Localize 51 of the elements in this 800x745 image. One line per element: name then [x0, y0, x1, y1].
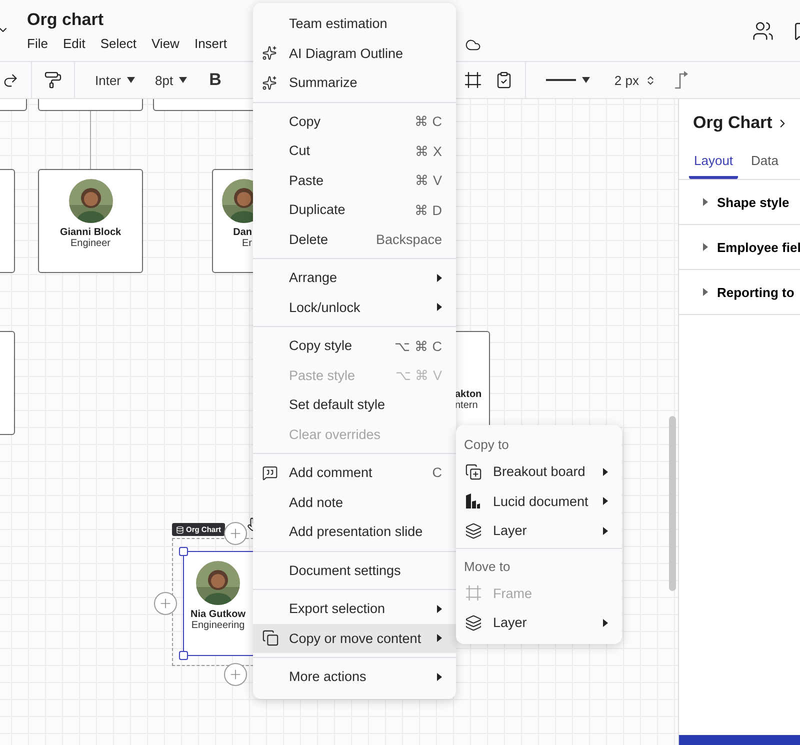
font-dropdown[interactable]: Inter: [87, 67, 144, 93]
shortcut-label: ⌥ ⌘ C: [394, 338, 442, 354]
employee-role: Engineering: [191, 620, 245, 631]
employee-name: Nia Gutkow: [190, 609, 246, 620]
menu-item[interactable]: AI Diagram Outline: [253, 38, 456, 68]
panel-tab[interactable]: Data: [746, 149, 784, 179]
menu-item[interactable]: Layer: [456, 516, 622, 546]
menu-item[interactable]: Add presentation slide: [253, 517, 456, 546]
employee-role: Er: [242, 238, 252, 249]
menu-item[interactable]: Set default style: [253, 390, 456, 420]
menu-item[interactable]: Copy or move content: [253, 624, 456, 653]
shortcut-label: ⌘ C: [414, 113, 442, 130]
menu-section-heading: Move to: [463, 558, 512, 576]
employee-card[interactable]: Gianni Block Engineer: [38, 169, 143, 273]
menu-section-heading: Copy to: [463, 436, 510, 454]
menu-item[interactable]: Cut ⌘ X: [253, 136, 456, 166]
menu-item[interactable]: Copy style ⌥ ⌘ C: [253, 331, 456, 360]
menu-item[interactable]: Paste ⌘ V: [253, 166, 456, 195]
menu-item[interactable]: Add note: [253, 488, 456, 517]
employee-role: Engineer: [70, 238, 111, 249]
document-title: Org chart: [27, 10, 105, 30]
shortcut-label: Backspace: [376, 232, 442, 247]
menu-item[interactable]: Lucid document: [456, 486, 622, 516]
menu-item[interactable]: Lock/unlock: [253, 292, 456, 322]
employee-name: akton: [455, 389, 482, 400]
menu-bar-item[interactable]: Select: [100, 36, 136, 51]
shortcut-label: C: [432, 465, 442, 480]
menu-bar-item[interactable]: Insert: [194, 36, 227, 51]
menu-item[interactable]: Breakout board: [456, 457, 622, 486]
menu-item[interactable]: Layer: [456, 608, 622, 638]
menu-item[interactable]: More actions: [253, 662, 456, 692]
menu-bar-item[interactable]: View: [152, 36, 180, 51]
line-width-stepper[interactable]: 2 px: [606, 67, 664, 93]
menu-item[interactable]: Duplicate ⌘ D: [253, 195, 456, 224]
menu-item[interactable]: Copy ⌘ C: [253, 106, 456, 136]
menu-item[interactable]: Summarize: [253, 68, 456, 98]
menu-item[interactable]: Add comment C: [253, 458, 456, 488]
bold-button[interactable]: B: [201, 67, 230, 93]
panel-title: Org Chart: [693, 113, 772, 133]
employee-name: Gianni Block: [60, 227, 122, 238]
shortcut-label: ⌥ ⌘ V: [395, 367, 442, 384]
employee-name: Dan: [233, 227, 252, 238]
shortcut-label: ⌘ V: [415, 172, 442, 188]
font-size-dropdown[interactable]: 8pt: [147, 67, 196, 93]
menu-item[interactable]: Team estimation: [253, 9, 456, 38]
menu-item[interactable]: Delete Backspace: [253, 224, 456, 254]
shortcut-label: ⌘ X: [415, 142, 442, 159]
menu-bar-item[interactable]: Edit: [62, 36, 86, 51]
menu-item[interactable]: Arrange: [253, 263, 456, 292]
shortcut-label: ⌘ D: [414, 202, 442, 218]
menu-bar-item[interactable]: File: [27, 36, 48, 51]
